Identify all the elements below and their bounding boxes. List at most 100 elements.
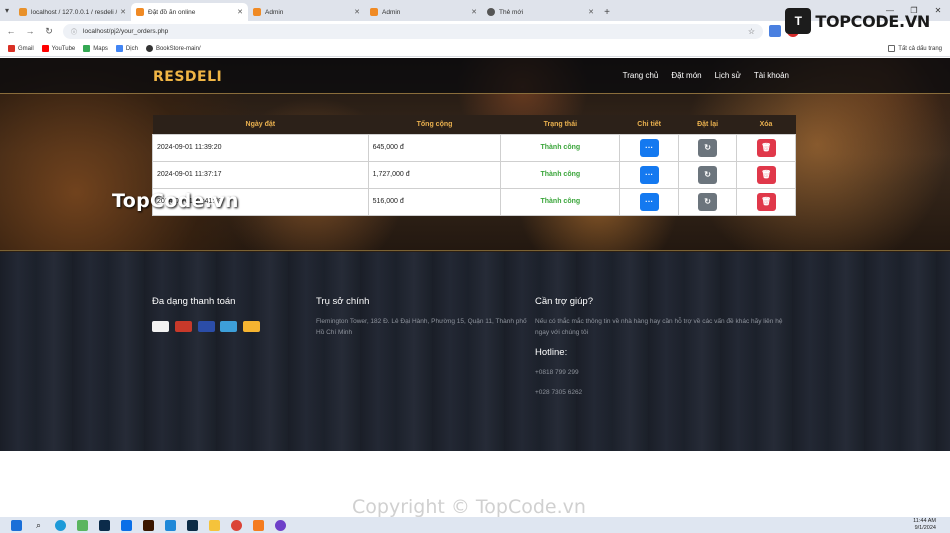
close-icon[interactable]: ✕ [237, 8, 243, 16]
detail-button[interactable]: ··· [639, 138, 659, 157]
bookmark-label: Gmail [18, 45, 34, 52]
edge-icon[interactable] [55, 519, 66, 531]
reorder-button[interactable]: ↻ [698, 192, 718, 211]
chrome-icon[interactable] [231, 519, 242, 531]
delete-button[interactable]: 🗑 [756, 138, 776, 157]
hotline-1[interactable]: +0818 799 299 [535, 367, 579, 378]
bookmark-label: Tất cả dấu trang [898, 45, 942, 52]
clock-time: 11:44 AM [913, 518, 936, 524]
detail-cell: ··· [619, 160, 680, 189]
zalo-icon[interactable] [121, 519, 132, 531]
hq-title: Trụ sở chính [316, 296, 370, 307]
detail-button[interactable]: ··· [639, 192, 659, 211]
back-icon[interactable]: ← [3, 23, 19, 39]
menu-item-order[interactable]: Đặt món [671, 71, 701, 80]
brand-text: TOPCODE.VN [815, 11, 930, 31]
bookmark-star-icon[interactable]: ☆ [748, 27, 755, 36]
bookmark-label: Maps [93, 45, 108, 52]
close-icon[interactable]: ✕ [354, 8, 360, 16]
reload-icon[interactable]: ↻ [41, 23, 57, 39]
web-page: RESDELI Trang chủ Đặt món Lịch sử Tài kh… [0, 58, 950, 451]
translate-icon [115, 45, 123, 52]
new-tab-button[interactable]: + [599, 3, 615, 21]
menu-item-history[interactable]: Lịch sử [715, 71, 741, 80]
menu-item-account[interactable]: Tài khoản [754, 71, 789, 80]
menu-item-home[interactable]: Trang chủ [623, 71, 659, 80]
order-total: 516,000 đ [367, 187, 502, 216]
column-header: Đặt lại [678, 115, 737, 134]
reorder-cell: ↻ [678, 133, 738, 162]
reorder-cell: ↻ [678, 187, 738, 216]
site-logo[interactable]: RESDELI [153, 69, 222, 85]
hotline-2[interactable]: +028 7305 6262 [535, 387, 582, 398]
lightroom-icon[interactable] [187, 519, 198, 531]
bookmark-label: YouTube [51, 45, 76, 52]
table-row: 2024-09-01 11:39:20 645,000 đ Thành công… [152, 133, 796, 162]
bookmark-gmail[interactable]: Gmail [8, 45, 34, 52]
url-text: localhost/pj2/your_orders.php [83, 27, 169, 35]
detail-cell: ··· [619, 187, 680, 216]
bookmark-maps[interactable]: Maps [83, 45, 108, 52]
youtube-icon [41, 45, 49, 52]
delete-button[interactable]: 🗑 [756, 192, 776, 211]
illustrator-icon[interactable] [143, 519, 154, 531]
github-desktop-icon[interactable] [275, 519, 286, 531]
detail-cell: ··· [619, 133, 680, 162]
delete-button[interactable]: 🗑 [756, 165, 776, 184]
order-status: Thành công [500, 133, 621, 162]
site-info-icon[interactable]: ⓘ [71, 27, 77, 36]
bookmark-bookstore[interactable]: BookStore-main/ [145, 45, 201, 52]
bookmark-youtube[interactable]: YouTube [41, 45, 76, 52]
file-explorer-icon[interactable] [209, 519, 220, 531]
xampp-icon[interactable] [253, 519, 264, 531]
table-header-row: Ngày đặt Tổng cộng Trạng thái Chi tiết Đ… [152, 115, 796, 134]
close-icon[interactable]: ✕ [588, 8, 594, 16]
close-icon[interactable]: ✕ [120, 8, 126, 16]
detail-button[interactable]: ··· [639, 165, 659, 184]
hero-background: RESDELI Trang chủ Đặt món Lịch sử Tài kh… [0, 58, 950, 251]
windows-start-icon[interactable] [11, 519, 22, 531]
maestro-icon [198, 321, 215, 332]
system-clock[interactable]: 11:44 AM 9/1/2024 [913, 518, 936, 532]
browser-tab-2[interactable]: Đặt đồ ăn online ✕ [131, 3, 248, 21]
translate-extension-icon[interactable] [769, 25, 781, 37]
browser-tab-4[interactable]: Admin ✕ [365, 3, 482, 21]
site-footer: Đa dạng thanh toán Trụ sở chính Flemingt… [0, 252, 950, 451]
vscode-icon[interactable] [165, 519, 176, 531]
search-icon[interactable]: ⌕ [33, 520, 44, 531]
phone-link-icon[interactable] [77, 519, 88, 531]
order-status: Thành công [500, 160, 621, 189]
site-favicon-icon [253, 8, 261, 16]
order-status: Thành công [500, 187, 621, 216]
tab-search-icon[interactable]: ▾ [0, 0, 14, 21]
column-header: Xóa [736, 115, 796, 134]
reorder-button[interactable]: ↻ [698, 165, 718, 184]
site-favicon-icon [370, 8, 378, 16]
reorder-button[interactable]: ↻ [698, 138, 718, 157]
column-header: Trạng thái [500, 115, 620, 134]
hotline-title: Hotline: [535, 347, 568, 358]
photoshop-icon[interactable] [99, 519, 110, 531]
amex-icon [220, 321, 237, 332]
bookmark-label: BookStore-main/ [155, 45, 201, 52]
browser-tab-1[interactable]: localhost / 127.0.0.1 / resdeli / ... ✕ [14, 3, 131, 21]
browser-tab-3[interactable]: Admin ✕ [248, 3, 365, 21]
forward-icon[interactable]: → [22, 23, 38, 39]
site-navbar: RESDELI Trang chủ Đặt món Lịch sử Tài kh… [0, 58, 950, 94]
tab-title: Đặt đồ ăn online [148, 8, 196, 16]
windows-taskbar: ⌕ 11:44 AM 9/1/2024 [0, 517, 950, 533]
clock-date: 9/1/2024 [914, 525, 936, 531]
browser-tab-5[interactable]: Thẻ mới ✕ [482, 3, 599, 21]
bookmark-translate[interactable]: Dịch [115, 45, 138, 52]
order-total: 1,727,000 đ [367, 160, 502, 189]
all-bookmarks[interactable]: Tất cả dấu trang [888, 45, 942, 52]
order-date: 2024-09-01 11:37:17 [152, 160, 369, 189]
gmail-icon [8, 45, 15, 52]
table-row: 2024-09-01 11:37:17 1,727,000 đ Thành cô… [152, 160, 796, 189]
close-icon[interactable]: ✕ [471, 8, 477, 16]
topcode-brand-logo: T TOPCODE.VN [785, 8, 930, 34]
help-text: Nếu có thắc mắc thông tin về nhà hàng ha… [535, 318, 783, 336]
orders-table: Ngày đặt Tổng cộng Trạng thái Chi tiết Đ… [152, 115, 796, 216]
delete-cell: 🗑 [736, 187, 796, 216]
url-input[interactable]: ⓘ localhost/pj2/your_orders.php ☆ [63, 23, 763, 39]
